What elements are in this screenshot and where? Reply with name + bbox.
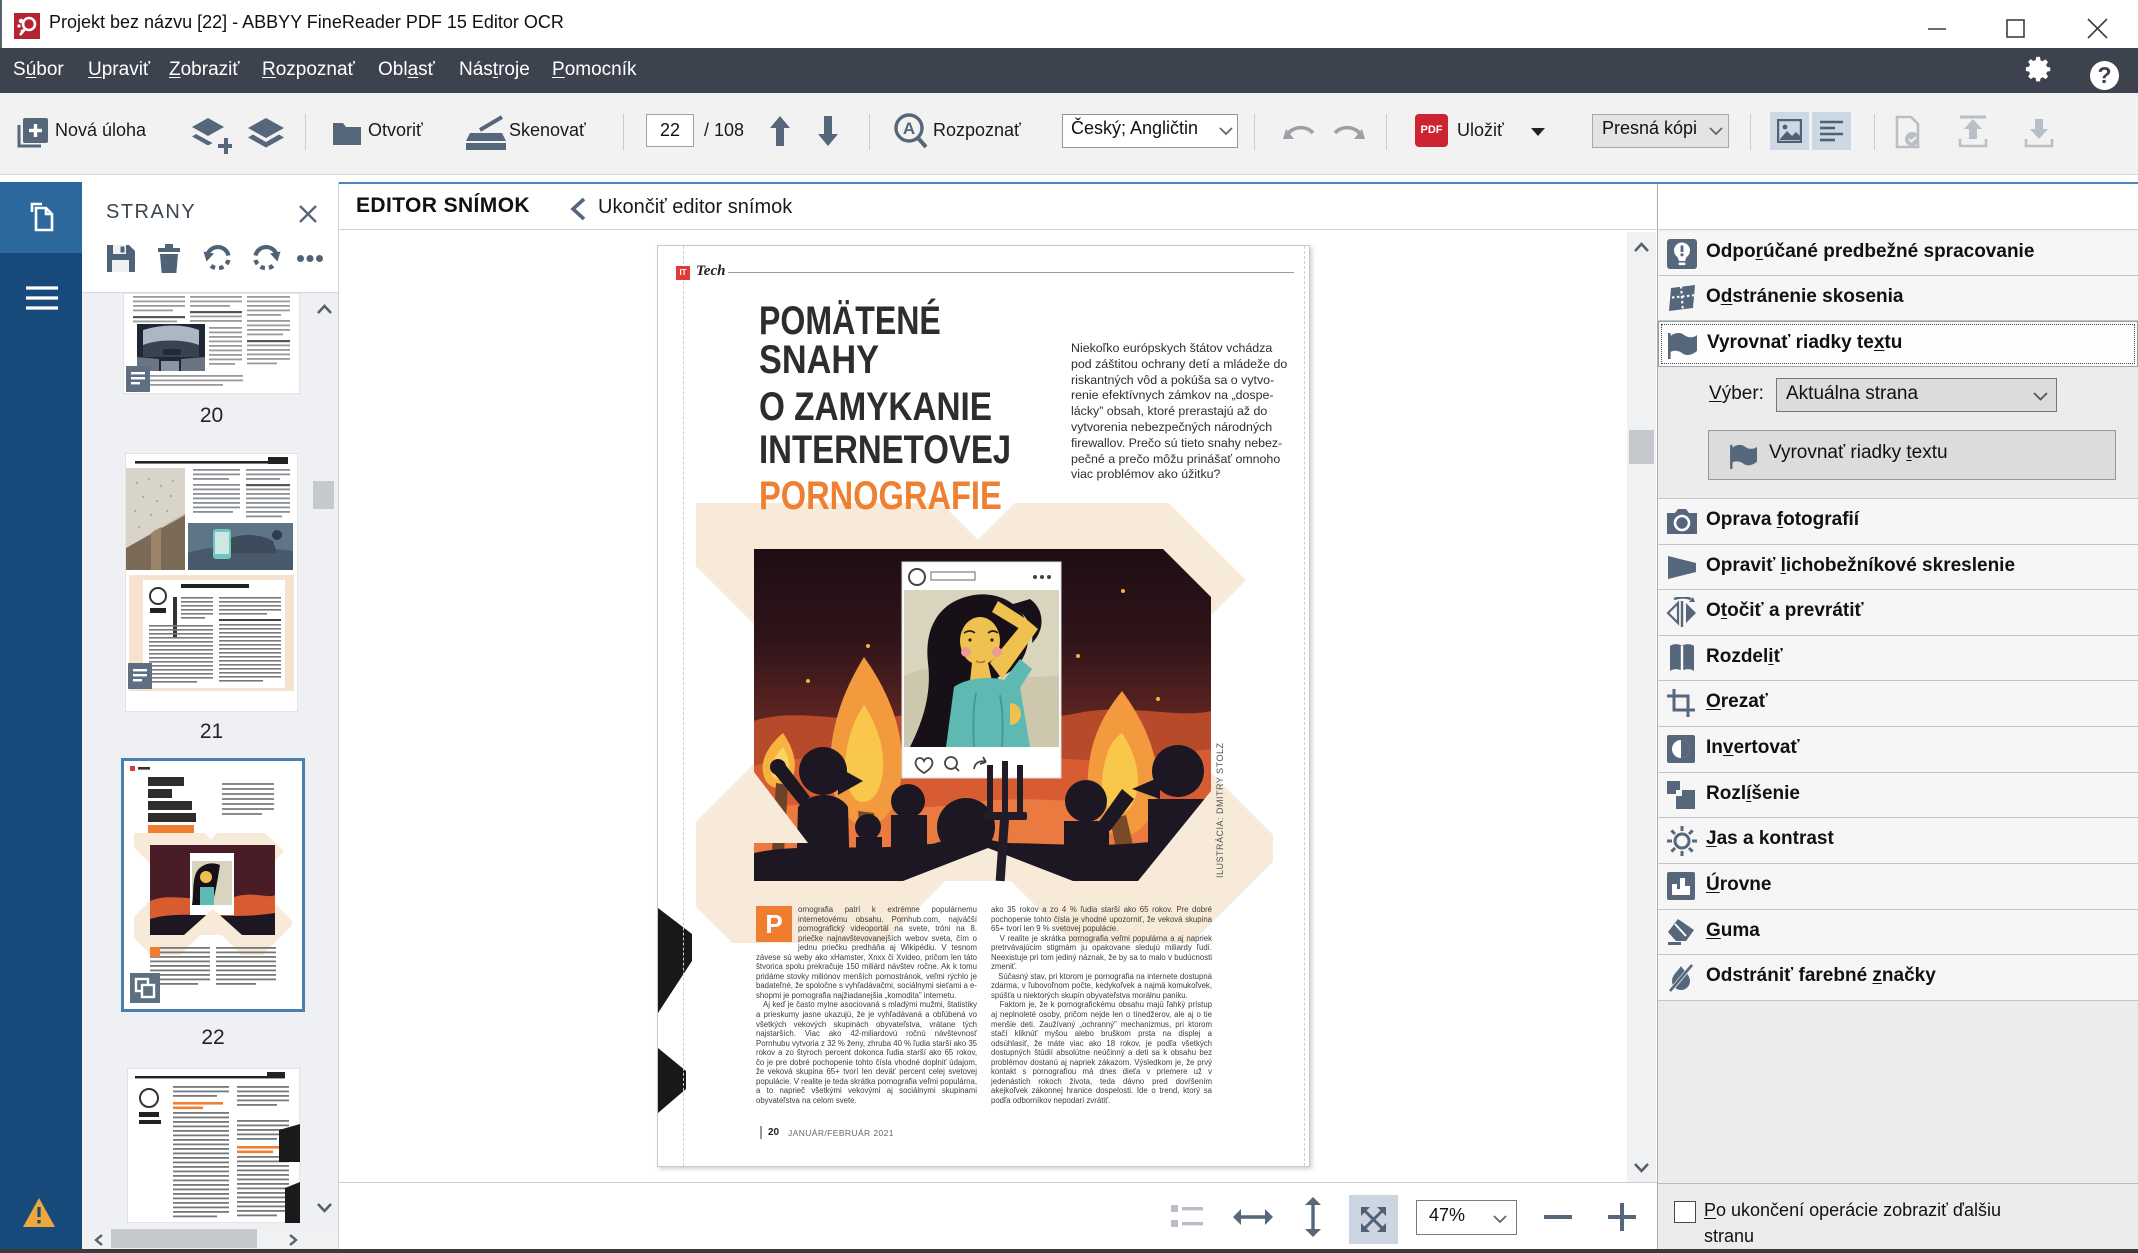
svg-text:A: A — [903, 119, 915, 138]
svg-text:ILUSTRÁCIA: DMITRY STOLZ: ILUSTRÁCIA: DMITRY STOLZ — [1215, 742, 1225, 878]
